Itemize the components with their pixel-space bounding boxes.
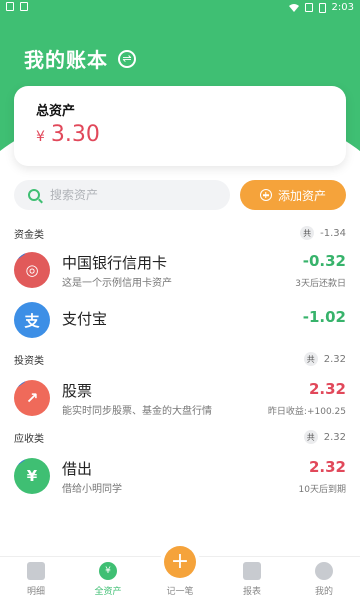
asset-value: -1.02 <box>302 308 346 326</box>
battery-icon <box>318 2 326 13</box>
nav-reports[interactable]: 报表 <box>216 557 288 600</box>
nav-label: 我的 <box>314 587 333 597</box>
nav-mine[interactable]: 我的 <box>288 557 360 600</box>
section-title: 应收类 <box>14 433 44 445</box>
switch-book-icon[interactable]: ⇌ <box>118 49 136 68</box>
asset-sub: 10天后到期 <box>298 485 346 495</box>
asset-sub: 3天后还款日 <box>295 279 346 289</box>
asset-name: 股票 <box>62 382 93 400</box>
asset-desc: 这是一个示例信用卡资产 <box>62 278 172 289</box>
section-title: 资金类 <box>14 229 44 241</box>
section-header-funds: 资金类 共 -1.34 <box>14 224 346 242</box>
nav-label: 明细 <box>26 587 45 597</box>
add-asset-label: 添加资产 <box>277 188 326 203</box>
bank-logo-glyph: ◎ <box>25 261 39 279</box>
section-title: 投资类 <box>14 355 44 367</box>
total-badge: 共 <box>300 226 315 240</box>
corner-tag-icon <box>14 380 26 393</box>
total-amount: 3.30 <box>50 122 100 147</box>
nav-label: 全资产 <box>94 587 122 597</box>
total-badge: 共 <box>303 352 318 366</box>
plus-circle-icon <box>259 189 272 201</box>
currency-symbol: ¥ <box>36 129 45 145</box>
section-header-receivables: 应收类 共 2.32 <box>14 428 346 446</box>
signal-icon <box>304 3 313 12</box>
nav-all-assets[interactable]: ¥ 全资产 <box>72 557 144 600</box>
user-icon <box>315 562 333 580</box>
bank-of-china-icon: ◎ <box>14 252 50 288</box>
wifi-icon <box>288 3 299 12</box>
grid-icon <box>27 562 45 580</box>
status-bar: 2:03 <box>0 0 360 16</box>
asset-value: 2.32 <box>308 380 346 398</box>
asset-name: 借出 <box>62 460 93 478</box>
title-row: 我的账本 ⇌ <box>24 44 136 73</box>
total-assets-card: 总资产 ¥ 3.30 <box>14 86 346 166</box>
search-box[interactable] <box>14 180 230 210</box>
asset-item-alipay[interactable]: 支 支付宝 -1.02 <box>14 298 346 346</box>
section-total-value: 2.32 <box>323 353 346 365</box>
search-input[interactable] <box>50 188 200 202</box>
loan-glyph: ¥ <box>26 467 38 485</box>
record-entry-button[interactable]: + <box>164 546 196 578</box>
asset-item-stocks[interactable]: ↗ 股票 能实时同步股票、基金的大盘行情 2.32 昨日收益:+100.25 <box>14 376 346 424</box>
asset-value: -0.32 <box>302 252 346 270</box>
nav-label: 报表 <box>242 587 261 597</box>
section-total: 共 2.32 <box>303 430 346 444</box>
section-header-investments: 投资类 共 2.32 <box>14 350 346 368</box>
section-total: 共 2.32 <box>303 352 346 366</box>
alipay-glyph: 支 <box>24 311 40 330</box>
corner-tag-icon <box>14 458 26 471</box>
section-total-value: -1.34 <box>320 227 346 239</box>
app-icon <box>20 2 28 11</box>
asset-value: 2.32 <box>308 458 346 476</box>
total-assets-value: ¥ 3.30 <box>36 122 100 147</box>
asset-item-boc-credit-card[interactable]: ◎ 中国银行信用卡 这是一个示例信用卡资产 -0.32 3天后还款日 <box>14 248 346 296</box>
alipay-icon: 支 <box>14 302 50 338</box>
nav-details[interactable]: 明细 <box>0 557 72 600</box>
asset-name: 支付宝 <box>62 310 108 328</box>
section-total-value: 2.32 <box>323 431 346 443</box>
page-title: 我的账本 <box>24 48 108 72</box>
asset-name: 中国银行信用卡 <box>62 254 168 272</box>
add-asset-button[interactable]: 添加资产 <box>240 180 346 210</box>
section-total: 共 -1.34 <box>300 226 346 240</box>
total-assets-label: 总资产 <box>36 104 76 119</box>
asset-item-loan-out[interactable]: ¥ 借出 借给小明同学 2.32 10天后到期 <box>14 454 346 502</box>
wallet-icon: ¥ <box>99 562 117 580</box>
stock-glyph: ↗ <box>25 389 39 407</box>
report-icon <box>243 562 261 580</box>
asset-desc: 能实时同步股票、基金的大盘行情 <box>62 406 212 417</box>
total-badge: 共 <box>303 430 318 444</box>
status-time: 2:03 <box>331 2 354 13</box>
asset-sub: 昨日收益:+100.25 <box>267 407 346 417</box>
notification-icon <box>6 2 14 11</box>
asset-desc: 借给小明同学 <box>62 484 122 495</box>
loan-out-icon: ¥ <box>14 458 50 494</box>
nav-label: 记一笔 <box>166 587 194 597</box>
search-icon <box>28 189 40 201</box>
corner-tag-icon <box>14 252 26 265</box>
stock-chart-icon: ↗ <box>14 380 50 416</box>
